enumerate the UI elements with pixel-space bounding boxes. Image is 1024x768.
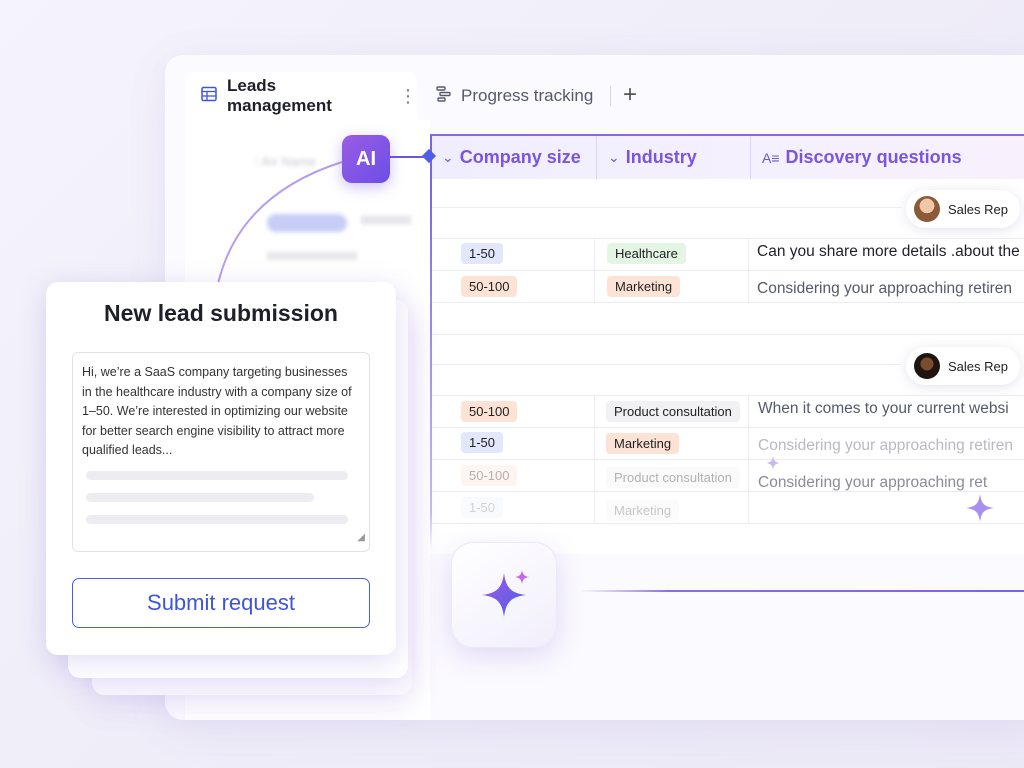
- new-lead-form: New lead submission Hi, we’re a SaaS com…: [46, 282, 396, 655]
- ai-progress-line: [580, 590, 1024, 592]
- lead-message-text: Hi, we’re a SaaS company targeting busin…: [82, 365, 352, 457]
- submit-request-button[interactable]: Submit request: [72, 578, 370, 628]
- form-title: New lead submission: [104, 300, 338, 326]
- sparkle-icon: [482, 570, 529, 617]
- ai-connector-line: [390, 156, 426, 158]
- skeleton-line: [86, 471, 348, 480]
- skeleton-line: [86, 515, 348, 524]
- ai-badge[interactable]: AI: [342, 135, 390, 183]
- resize-handle-icon[interactable]: ◢: [357, 528, 365, 548]
- ai-sparkle-button[interactable]: [451, 542, 557, 648]
- lead-message-textarea[interactable]: Hi, we’re a SaaS company targeting busin…: [72, 352, 370, 552]
- skeleton-line: [86, 493, 314, 502]
